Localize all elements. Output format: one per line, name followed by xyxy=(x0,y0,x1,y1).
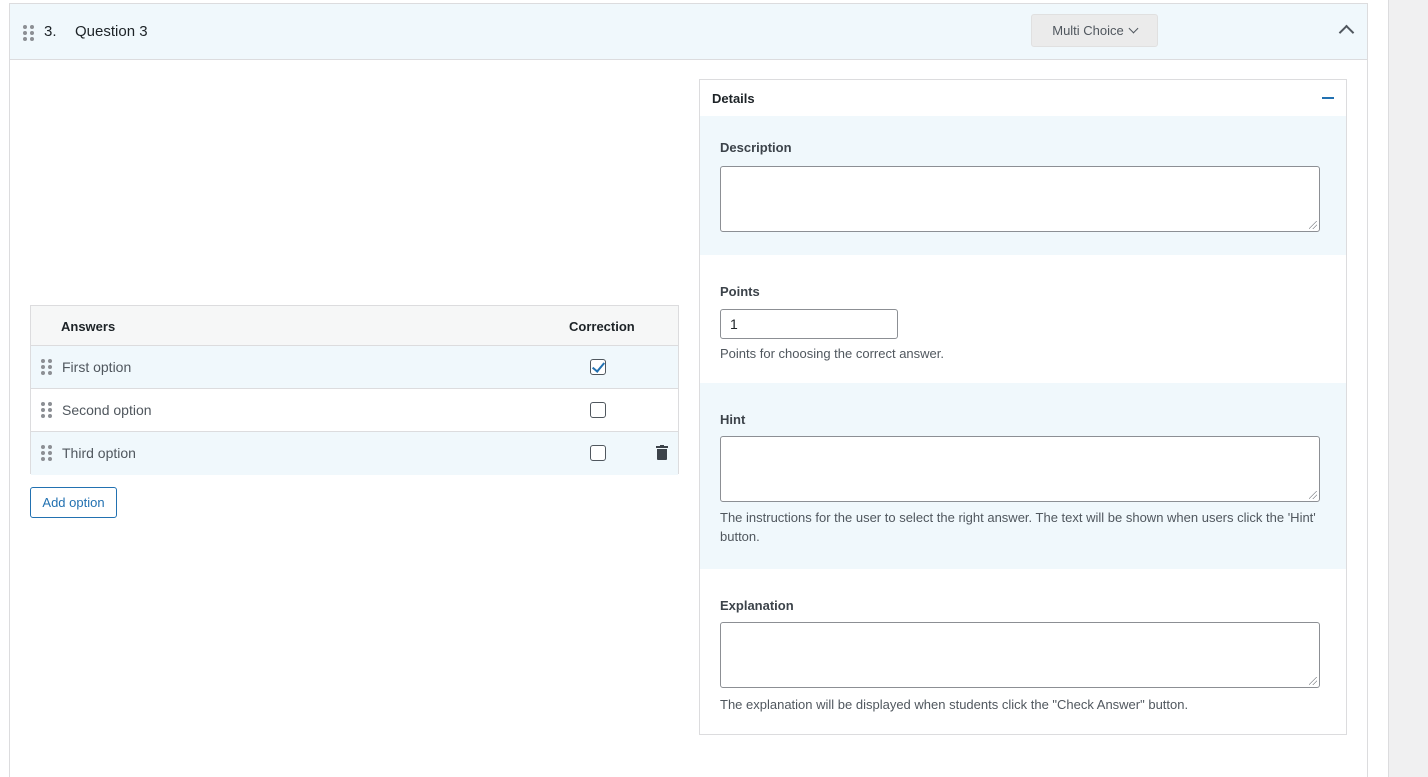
answers-table: Answers Correction First option Second o… xyxy=(30,305,679,475)
answer-row: First option xyxy=(31,346,678,389)
chevron-up-icon[interactable] xyxy=(1338,24,1355,41)
description-section: Description xyxy=(700,116,1346,255)
minus-icon[interactable] xyxy=(1322,97,1334,99)
question-card: 3. Question 3 Multi Choice Answers Corre… xyxy=(9,3,1368,777)
correct-checkbox[interactable] xyxy=(590,402,606,418)
drag-handle-icon[interactable] xyxy=(23,25,34,41)
points-help-text: Points for choosing the correct answer. xyxy=(720,346,945,361)
description-label: Description xyxy=(720,140,792,155)
trash-icon[interactable] xyxy=(656,445,668,461)
question-type-label: Multi Choice xyxy=(1052,23,1124,38)
details-panel: Details Description Points 1 Points for … xyxy=(699,79,1347,735)
answer-row: Second option xyxy=(31,389,678,432)
right-scroll-gutter xyxy=(1388,0,1428,777)
points-section: Points 1 Points for choosing the correct… xyxy=(700,255,1346,383)
answer-text[interactable]: Second option xyxy=(62,402,152,418)
drag-handle-icon[interactable] xyxy=(41,445,52,461)
correct-checkbox[interactable] xyxy=(590,359,606,375)
explanation-textarea[interactable] xyxy=(720,622,1320,688)
explanation-label: Explanation xyxy=(720,598,794,613)
answer-text[interactable]: Third option xyxy=(62,445,136,461)
drag-handle-icon[interactable] xyxy=(41,402,52,418)
correct-checkbox[interactable] xyxy=(590,445,606,461)
drag-handle-icon[interactable] xyxy=(41,359,52,375)
hint-help-text: The instructions for the user to select … xyxy=(720,510,1316,544)
question-number: 3. xyxy=(44,23,57,40)
points-label: Points xyxy=(720,284,760,299)
hint-textarea[interactable] xyxy=(720,436,1320,502)
answer-text[interactable]: First option xyxy=(62,359,131,375)
correction-column-header: Correction xyxy=(569,319,635,334)
answers-column-header: Answers xyxy=(61,319,116,334)
question-type-dropdown[interactable]: Multi Choice xyxy=(1031,14,1158,47)
description-textarea[interactable] xyxy=(720,166,1320,232)
answers-table-header: Answers Correction xyxy=(31,306,678,346)
add-option-button[interactable]: Add option xyxy=(30,487,117,518)
hint-section: Hint The instructions for the user to se… xyxy=(700,383,1346,569)
points-input[interactable]: 1 xyxy=(720,309,898,339)
explanation-help-text: The explanation will be displayed when s… xyxy=(720,697,1189,712)
answer-row: Third option xyxy=(31,432,678,475)
question-header[interactable]: 3. Question 3 Multi Choice xyxy=(10,4,1367,60)
page: 3. Question 3 Multi Choice Answers Corre… xyxy=(0,0,1428,777)
chevron-down-icon xyxy=(1128,23,1139,34)
details-title: Details xyxy=(712,91,755,106)
details-header[interactable]: Details xyxy=(700,80,1346,116)
hint-label: Hint xyxy=(720,412,746,427)
explanation-section: Explanation The explanation will be disp… xyxy=(700,569,1346,734)
question-title[interactable]: Question 3 xyxy=(75,23,148,40)
